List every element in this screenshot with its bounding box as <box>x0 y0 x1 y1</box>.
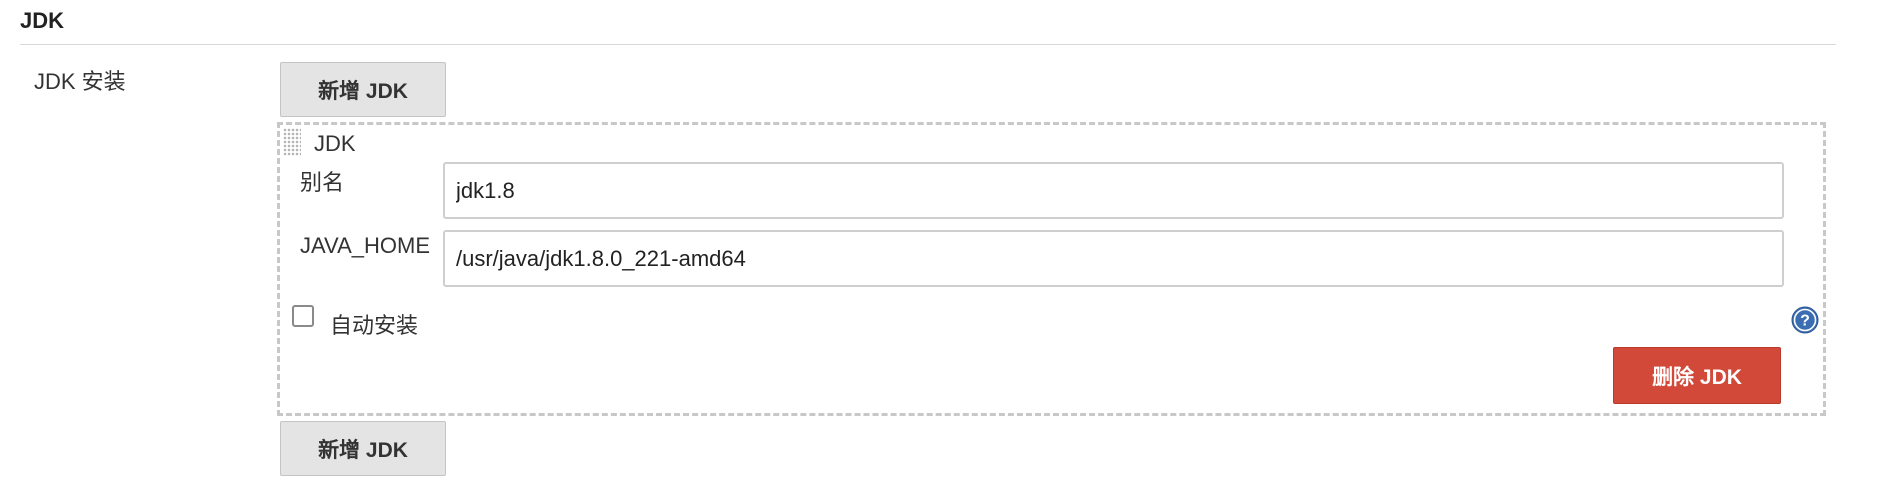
section-divider <box>20 44 1836 45</box>
help-icon[interactable]: ? <box>1791 306 1819 334</box>
jdk-repeated-block: JDK 别名 JAVA_HOME 自动安装 ? 删除 JDK <box>277 122 1826 416</box>
svg-text:?: ? <box>1800 313 1810 330</box>
java-home-label: JAVA_HOME <box>300 233 430 258</box>
auto-install-label: 自动安装 <box>330 313 419 338</box>
delete-jdk-button[interactable]: 删除 JDK <box>1613 347 1781 404</box>
jdk-block-title: JDK <box>314 131 356 156</box>
alias-input[interactable] <box>443 162 1784 219</box>
alias-label: 别名 <box>300 170 345 195</box>
section-title: JDK <box>20 8 65 33</box>
auto-install-checkbox[interactable] <box>292 305 314 327</box>
add-jdk-button-bottom[interactable]: 新增 JDK <box>280 421 446 476</box>
java-home-input[interactable] <box>443 230 1784 287</box>
add-jdk-button-top[interactable]: 新增 JDK <box>280 62 446 117</box>
drag-handle-icon[interactable] <box>283 128 301 156</box>
jdk-install-label: JDK 安装 <box>34 69 126 94</box>
